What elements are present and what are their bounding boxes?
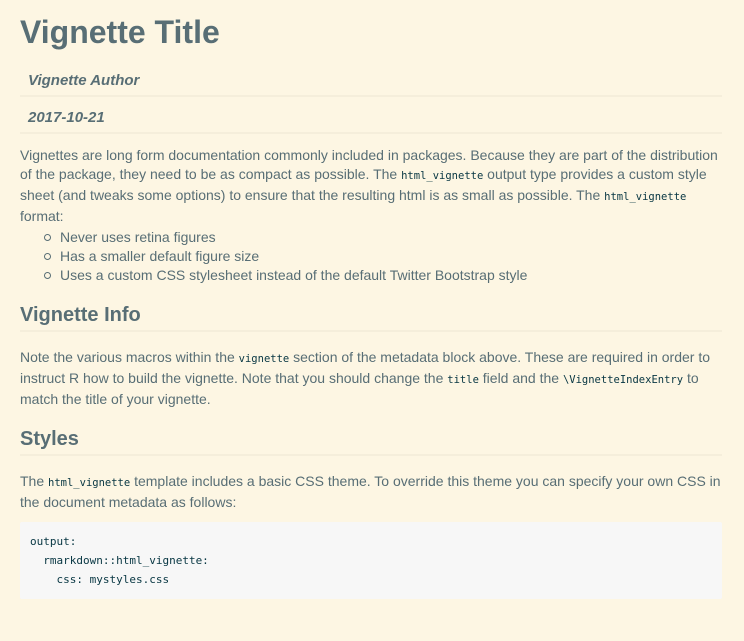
inline-code: html_vignette bbox=[401, 170, 484, 182]
paragraph-text: field and the bbox=[478, 370, 563, 386]
inline-code: html_vignette bbox=[604, 191, 687, 203]
list-item-text: Never uses retina figures bbox=[60, 229, 216, 245]
section-heading-styles: Styles bbox=[20, 426, 722, 456]
intro-text: format: bbox=[20, 208, 64, 224]
list-item-text: Uses a custom CSS stylesheet instead of … bbox=[60, 267, 528, 283]
styles-paragraph: The html_vignette template includes a ba… bbox=[20, 472, 722, 512]
list-item: Uses a custom CSS stylesheet instead of … bbox=[44, 266, 722, 285]
inline-code: \VignetteIndexEntry bbox=[562, 374, 684, 386]
circle-bullet-icon bbox=[44, 253, 51, 260]
code-block: output: rmarkdown::html_vignette: css: m… bbox=[20, 522, 722, 599]
inline-code: title bbox=[447, 374, 479, 386]
code-line: output: bbox=[30, 535, 83, 548]
document-date: 2017-10-21 bbox=[20, 107, 722, 134]
code-line: css: mystyles.css bbox=[30, 573, 170, 586]
paragraph-text: The bbox=[20, 473, 49, 489]
list-item: Never uses retina figures bbox=[44, 228, 722, 247]
intro-paragraph: Vignettes are long form documentation co… bbox=[20, 146, 722, 226]
circle-bullet-icon bbox=[44, 234, 51, 241]
inline-code: vignette bbox=[238, 353, 290, 365]
document-title: Vignette Title bbox=[20, 14, 220, 50]
list-item-text: Has a smaller default figure size bbox=[60, 248, 260, 264]
feature-list: Never uses retina figures Has a smaller … bbox=[20, 228, 722, 285]
vignette-info-paragraph: Note the various macros within the vigne… bbox=[20, 348, 722, 409]
inline-code: html_vignette bbox=[48, 477, 131, 489]
section-heading-vignette-info: Vignette Info bbox=[20, 302, 722, 332]
document-author: Vignette Author bbox=[20, 70, 722, 97]
paragraph-text: Note the various macros within the bbox=[20, 349, 239, 365]
code-line: rmarkdown::html_vignette: bbox=[30, 554, 209, 567]
document: Vignette Title Vignette Author 2017-10-2… bbox=[0, 0, 744, 599]
circle-bullet-icon bbox=[44, 272, 51, 279]
list-item: Has a smaller default figure size bbox=[44, 247, 722, 266]
